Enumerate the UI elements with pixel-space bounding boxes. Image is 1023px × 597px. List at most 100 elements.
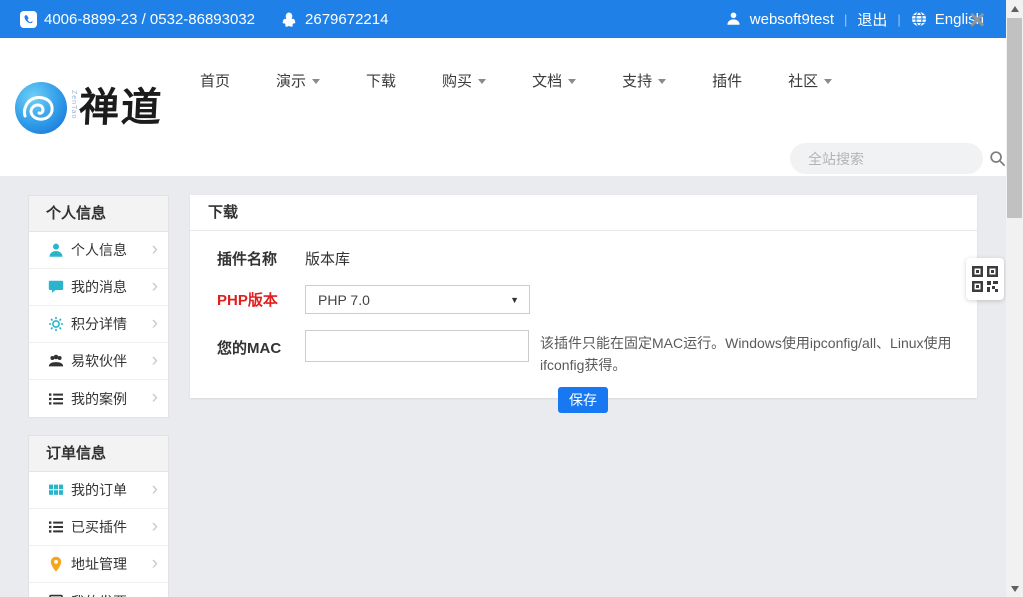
- form-row-plugin-name: 插件名称 版本库: [190, 240, 977, 277]
- sidebar-item-bought-plugins[interactable]: 已买插件 ›: [29, 509, 168, 546]
- nav-item-buy[interactable]: 购买: [442, 70, 486, 91]
- username: websoft9test: [750, 11, 834, 28]
- nav-item-home[interactable]: 首页: [200, 70, 230, 91]
- php-version-select[interactable]: PHP 7.0 ▼: [305, 285, 530, 314]
- phone-number: 4006-8899-23 / 0532-86893032: [44, 11, 255, 28]
- separator: |: [844, 12, 847, 27]
- header: ZenTao 禅道 首页 演示 下载 购买 文档 支持 插件 社区: [0, 38, 1006, 176]
- nav-label: 下载: [366, 70, 396, 91]
- nav-item-demo[interactable]: 演示: [276, 70, 320, 91]
- site-search: [790, 143, 983, 174]
- sidebar-item-label: 我的案例: [71, 389, 152, 409]
- sidebar-item-label: 我的订单: [71, 480, 152, 500]
- scrollbar-thumb[interactable]: [1007, 18, 1022, 218]
- panel-title: 下载: [190, 195, 977, 231]
- sidebar-item-points[interactable]: 积分详情 ›: [29, 306, 168, 343]
- qr-code-icon: [972, 266, 998, 292]
- qq-number: 2679672214: [305, 11, 388, 28]
- scrollbar[interactable]: [1006, 0, 1023, 597]
- nav-label: 插件: [712, 70, 742, 91]
- list-icon: [48, 519, 64, 535]
- chevron-right-icon: ›: [152, 351, 158, 370]
- sidebar-item-messages[interactable]: 我的消息 ›: [29, 269, 168, 306]
- zentao-logo[interactable]: ZenTao 禅道: [15, 82, 163, 134]
- search-icon[interactable]: [989, 150, 1006, 167]
- chevron-right-icon: ›: [152, 314, 158, 333]
- chevron-right-icon: ›: [152, 240, 158, 259]
- form-row-mac: 您的MAC 该插件只能在固定MAC运行。Windows使用ipconfig/al…: [190, 322, 977, 384]
- grid-icon: [48, 482, 64, 498]
- caret-down-icon: [478, 79, 486, 84]
- php-version-selected: PHP 7.0: [318, 292, 370, 308]
- caret-down-icon: [312, 79, 320, 84]
- gear-icon: [48, 316, 64, 332]
- search-input[interactable]: [808, 151, 989, 167]
- nav-label: 社区: [788, 70, 818, 91]
- nav-label: 购买: [442, 70, 472, 91]
- nav-label: 演示: [276, 70, 306, 91]
- sidebar-item-label: 已买插件: [71, 517, 152, 537]
- user-icon: [48, 242, 64, 258]
- form-row-php-version: PHP版本 PHP 7.0 ▼: [190, 277, 977, 322]
- nav-item-download[interactable]: 下载: [366, 70, 396, 91]
- sidebar-item-profile[interactable]: 个人信息 ›: [29, 232, 168, 269]
- chevron-right-icon: ›: [152, 591, 158, 597]
- logo-globe-icon: [15, 82, 67, 134]
- sidebar-item-label: 我的消息: [71, 277, 152, 297]
- save-button[interactable]: 保存: [558, 387, 608, 413]
- sidebar-item-label: 易软伙伴: [71, 351, 152, 371]
- close-icon[interactable]: ×: [969, 6, 985, 34]
- phone-contact: 4006-8899-23 / 0532-86893032: [20, 11, 255, 28]
- sidebar-group-title: 订单信息: [29, 436, 168, 472]
- sidebar: 个人信息 个人信息 › 我的消息 › 积分详情 ›: [28, 195, 169, 597]
- chevron-right-icon: ›: [152, 480, 158, 499]
- sidebar-item-label: 我的发票: [71, 592, 152, 597]
- download-form: 插件名称 版本库 PHP版本 PHP 7.0 ▼ 您的MAC 该插件只能在固定M…: [190, 231, 977, 398]
- nav-item-support[interactable]: 支持: [622, 70, 666, 91]
- sidebar-item-label: 个人信息: [71, 240, 152, 260]
- caret-down-icon: [824, 79, 832, 84]
- sidebar-item-invoices[interactable]: 我的发票 ›: [29, 583, 168, 597]
- caret-down-icon: ▼: [510, 295, 519, 305]
- chevron-right-icon: ›: [152, 277, 158, 296]
- map-marker-icon: [48, 556, 64, 572]
- caret-down-icon: [568, 79, 576, 84]
- logout-link[interactable]: 退出: [857, 9, 887, 30]
- sidebar-group-title: 个人信息: [29, 196, 168, 232]
- sidebar-item-partners[interactable]: 易软伙伴 ›: [29, 343, 168, 380]
- users-icon: [48, 353, 64, 369]
- globe-icon: [911, 11, 928, 28]
- main-nav: 首页 演示 下载 购买 文档 支持 插件 社区: [200, 70, 832, 91]
- sidebar-group-personal: 个人信息 个人信息 › 我的消息 › 积分详情 ›: [28, 195, 169, 418]
- sidebar-item-label: 积分详情: [71, 314, 152, 334]
- nav-label: 文档: [532, 70, 562, 91]
- mac-input[interactable]: [305, 330, 529, 362]
- phone-icon: [20, 11, 37, 28]
- topbar: 4006-8899-23 / 0532-86893032 2679672214 …: [0, 0, 1006, 38]
- chevron-right-icon: ›: [152, 554, 158, 573]
- sidebar-item-my-orders[interactable]: 我的订单 ›: [29, 472, 168, 509]
- sidebar-item-addresses[interactable]: 地址管理 ›: [29, 546, 168, 583]
- comment-icon: [48, 279, 64, 295]
- nav-item-plugins[interactable]: 插件: [712, 70, 742, 91]
- content: 个人信息 个人信息 › 我的消息 › 积分详情 ›: [0, 176, 1006, 597]
- nav-label: 首页: [200, 70, 230, 91]
- account-user[interactable]: websoft9test: [726, 11, 834, 28]
- qr-code-button[interactable]: [966, 258, 1004, 300]
- chevron-right-icon: ›: [152, 388, 158, 407]
- logo-subtext: ZenTao: [70, 90, 77, 119]
- list-icon: [48, 391, 64, 407]
- scroll-down-arrow-icon[interactable]: [1006, 580, 1023, 597]
- separator: |: [897, 12, 900, 27]
- nav-item-docs[interactable]: 文档: [532, 70, 576, 91]
- nav-item-community[interactable]: 社区: [788, 70, 832, 91]
- caret-down-icon: [658, 79, 666, 84]
- scroll-up-arrow-icon[interactable]: [1006, 0, 1023, 17]
- sidebar-item-cases[interactable]: 我的案例 ›: [29, 380, 168, 417]
- invoice-icon: [48, 594, 64, 597]
- mac-label: 您的MAC: [217, 330, 287, 358]
- user-icon: [726, 11, 743, 28]
- mac-hint: 该插件只能在固定MAC运行。Windows使用ipconfig/all、Linu…: [540, 330, 960, 376]
- topbar-account: websoft9test | 退出 | English: [726, 9, 984, 30]
- chevron-right-icon: ›: [152, 517, 158, 536]
